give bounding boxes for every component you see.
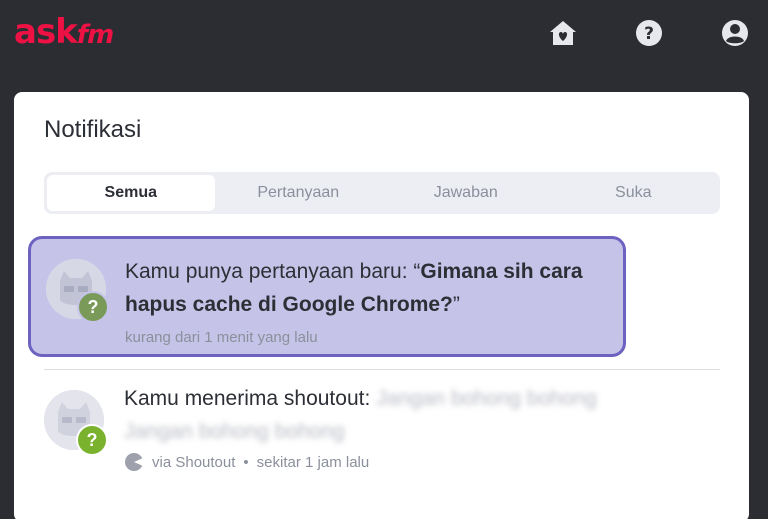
badge-text: ? — [86, 429, 98, 450]
logo-suffix: fm — [76, 20, 114, 50]
tab-pertanyaan[interactable]: Pertanyaan — [215, 175, 383, 211]
help-icon[interactable]: ? — [634, 18, 664, 48]
logo-main: ask — [14, 12, 78, 52]
blurred-shoutout-text: Jangan bohong bohong — [376, 387, 597, 410]
tab-jawaban[interactable]: Jawaban — [382, 175, 550, 211]
tab-bar: Semua Pertanyaan Jawaban Suka — [44, 172, 720, 214]
blurred-shoutout-text: Jangan bohong bohong — [124, 420, 345, 443]
notification-prefix: Kamu punya pertanyaan baru: “ — [125, 260, 421, 283]
home-icon[interactable] — [548, 18, 578, 48]
notification-text: Kamu menerima shoutout: Jangan bohong bo… — [124, 382, 684, 448]
via-source[interactable]: via Shoutout — [152, 454, 235, 471]
notification-meta: via Shoutout • sekitar 1 jam lalu — [124, 452, 369, 472]
question-badge-icon: ? — [76, 424, 108, 456]
divider — [44, 369, 720, 370]
notification-item-question[interactable]: ? Kamu punya pertanyaan baru: “Gimana si… — [28, 236, 626, 357]
notification-time: kurang dari 1 menit yang lalu — [125, 329, 318, 346]
meta-separator: • — [243, 453, 249, 471]
shoutout-icon — [125, 453, 143, 471]
tab-semua[interactable]: Semua — [47, 175, 215, 211]
profile-icon[interactable] — [720, 18, 750, 48]
notification-item-shoutout[interactable]: ? Kamu menerima shoutout: Jangan bohong … — [14, 382, 749, 492]
notification-prefix: Kamu menerima shoutout: — [124, 387, 371, 410]
question-badge-icon: ? — [77, 291, 109, 323]
page-title: Notifikasi — [44, 116, 142, 143]
notification-suffix: ” — [452, 293, 460, 316]
askfm-logo[interactable]: askfm — [14, 12, 114, 55]
notifications-card: Notifikasi Semua Pertanyaan Jawaban Suka… — [14, 92, 749, 519]
top-bar: askfm ? — [0, 0, 768, 70]
svg-text:?: ? — [644, 24, 654, 44]
tab-suka[interactable]: Suka — [550, 175, 718, 211]
notification-time: sekitar 1 jam lalu — [256, 453, 370, 471]
notification-text: Kamu punya pertanyaan baru: “Gimana sih … — [125, 255, 625, 321]
badge-text: ? — [87, 296, 99, 317]
